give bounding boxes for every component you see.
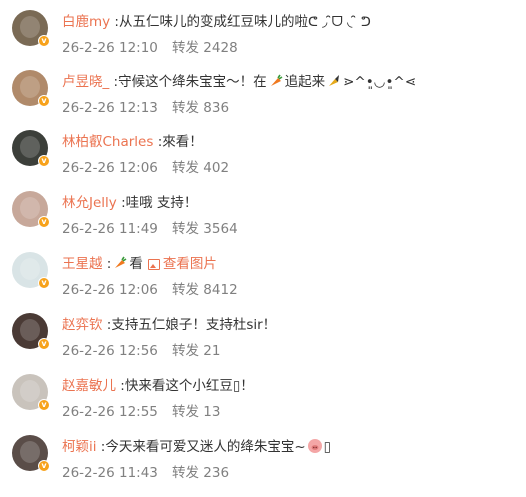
username-link[interactable]: 赵弈钦 — [62, 317, 103, 333]
repost-label[interactable]: 转发 — [172, 221, 199, 237]
repost-count: 836 — [203, 100, 230, 116]
repost-label[interactable]: 转发 — [172, 282, 199, 298]
verified-badge-icon: v — [38, 216, 50, 228]
separator: : — [116, 195, 126, 211]
comment-meta: 26-2-26 12:06 转发 8412 — [62, 281, 238, 299]
verified-badge-icon: v — [38, 277, 50, 289]
username-link[interactable]: 林柏叡Charles — [62, 134, 153, 150]
username-link[interactable]: 白鹿my — [62, 14, 110, 30]
comment-item: v 林柏叡Charles :來看！ 26-2-26 12:06 转发 402 — [0, 130, 526, 192]
separator: : — [110, 14, 119, 30]
rocket-emoji-icon — [329, 75, 340, 86]
repost-count: 21 — [203, 343, 221, 359]
comment-item: v 赵弈钦 :支持五仁娘子！支持杜sir！ 26-2-26 12:56 转发 21 — [0, 313, 526, 375]
comment-meta: 26-2-26 11:49 转发 3564 — [62, 220, 238, 238]
comment-text-2: 追起来 — [284, 74, 326, 90]
comment-date: 26-2-26 11:43 — [62, 465, 158, 481]
comment-item: v 林允Jelly :哇哦 支持！ 26-2-26 11:49 转发 3564 — [0, 191, 526, 253]
comment-date: 26-2-26 12:06 — [62, 282, 158, 298]
pig-emoji-icon — [307, 439, 322, 453]
comment-line: 卢昱晓_ :守候这个绛朱宝宝～！在 追起来 ⋗^•͈◡•͈^⋖ — [62, 73, 416, 91]
comment-meta: 26-2-26 12:13 转发 836 — [62, 99, 229, 117]
comment-text-tail: ▯ — [323, 439, 332, 455]
comment-line: 王星越 : 看 查看图片 — [62, 255, 217, 273]
comment-meta: 26-2-26 12:55 转发 13 — [62, 403, 220, 421]
comment-line: 林柏叡Charles :來看！ — [62, 133, 203, 151]
comment-meta: 26-2-26 11:43 转发 236 — [62, 464, 229, 482]
comment-text: 哇哦 支持！ — [125, 195, 198, 211]
repost-label[interactable]: 转发 — [172, 100, 199, 116]
repost-count: 3564 — [203, 221, 238, 237]
repost-label[interactable]: 转发 — [172, 404, 199, 420]
comment-item: v 卢昱晓_ :守候这个绛朱宝宝～！在 追起来 ⋗^•͈◡•͈^⋖ 26-2-26 … — [0, 70, 526, 132]
username-link[interactable]: 赵嘉敏儿 — [62, 378, 116, 394]
comment-text: 今天来看可爱又迷人的绛朱宝宝~ — [105, 439, 306, 455]
verified-badge-icon: v — [38, 399, 50, 411]
comment-date: 26-2-26 12:06 — [62, 160, 158, 176]
verified-badge-icon: v — [38, 338, 50, 350]
comment-date: 26-2-26 12:10 — [62, 40, 158, 56]
repost-label[interactable]: 转发 — [172, 465, 199, 481]
repost-count: 402 — [203, 160, 230, 176]
repost-label[interactable]: 转发 — [172, 160, 199, 176]
username-link[interactable]: 柯颖ii — [62, 439, 97, 455]
username-link[interactable]: 王星越 — [62, 256, 103, 272]
comment-meta: 26-2-26 12:56 转发 21 — [62, 342, 220, 360]
repost-label[interactable]: 转发 — [172, 343, 199, 359]
comment-text: 支持五仁娘子！支持杜sir！ — [111, 317, 277, 333]
verified-badge-icon: v — [38, 155, 50, 167]
verified-badge-icon: v — [38, 35, 50, 47]
verified-badge-icon: v — [38, 460, 50, 472]
comment-item: v 白鹿my :从五仁味儿的变成红豆味儿的啦ᕦ ◞ ̑̑ᗜ ◟ ̑̑ ᕤ 26-… — [0, 10, 526, 72]
username-link[interactable]: 卢昱晓_ — [62, 74, 109, 90]
comment-list: v 白鹿my :从五仁味儿的变成红豆味儿的啦ᕦ ◞ ̑̑ᗜ ◟ ̑̑ ᕤ 26-… — [0, 0, 526, 489]
comment-text: 守候这个绛朱宝宝～！在 — [118, 74, 267, 90]
username-link[interactable]: 林允Jelly — [62, 195, 117, 211]
comment-date: 26-2-26 11:49 — [62, 221, 158, 237]
comment-meta: 26-2-26 12:06 转发 402 — [62, 159, 229, 177]
separator: : — [116, 378, 125, 394]
comment-item: v 赵嘉敏儿 :快来看这个小红豆▯！ 26-2-26 12:55 转发 13 — [0, 374, 526, 436]
carrot-emoji-icon — [270, 74, 283, 86]
separator: : — [102, 256, 112, 272]
comment-date: 26-2-26 12:56 — [62, 343, 158, 359]
repost-count: 13 — [203, 404, 221, 420]
comment-line: 林允Jelly :哇哦 支持！ — [62, 194, 197, 212]
separator: : — [109, 74, 119, 90]
comment-item: v 柯颖ii :今天来看可爱又迷人的绛朱宝宝~ ▯ 26-2-26 11:43 转发… — [0, 435, 526, 497]
comment-item: v 王星越 : 看 查看图片 26-2-26 12:06 转发 8412 — [0, 252, 526, 314]
comment-date: 26-2-26 12:13 — [62, 100, 158, 116]
comment-text: 快来看这个小红豆▯！ — [124, 378, 254, 394]
image-icon[interactable] — [147, 259, 160, 270]
comment-line: 赵嘉敏儿 :快来看这个小红豆▯！ — [62, 377, 254, 395]
repost-count: 8412 — [203, 282, 238, 298]
comment-text: 从五仁味儿的变成红豆味儿的啦ᕦ ◞ ̑̑ᗜ ◟ ̑̑ ᕤ — [118, 14, 371, 30]
carrot-emoji-icon — [115, 256, 127, 268]
comment-text: 來看！ — [162, 134, 203, 150]
comment-date: 26-2-26 12:55 — [62, 404, 158, 420]
comment-text: 看 — [129, 256, 143, 272]
view-image-link[interactable]: 查看图片 — [163, 256, 217, 272]
comment-line: 赵弈钦 :支持五仁娘子！支持杜sir！ — [62, 316, 276, 334]
comment-meta: 26-2-26 12:10 转发 2428 — [62, 39, 238, 57]
repost-label[interactable]: 转发 — [172, 40, 199, 56]
repost-count: 2428 — [203, 40, 238, 56]
separator: : — [153, 134, 163, 150]
repost-count: 236 — [203, 465, 230, 481]
comment-line: 白鹿my :从五仁味儿的变成红豆味儿的啦ᕦ ◞ ̑̑ᗜ ◟ ̑̑ ᕤ — [62, 13, 371, 31]
kaomoji-text: ⋗^•͈◡•͈^⋖ — [343, 74, 417, 90]
comment-line: 柯颖ii :今天来看可爱又迷人的绛朱宝宝~ ▯ — [62, 438, 331, 456]
verified-badge-icon: v — [38, 95, 50, 107]
